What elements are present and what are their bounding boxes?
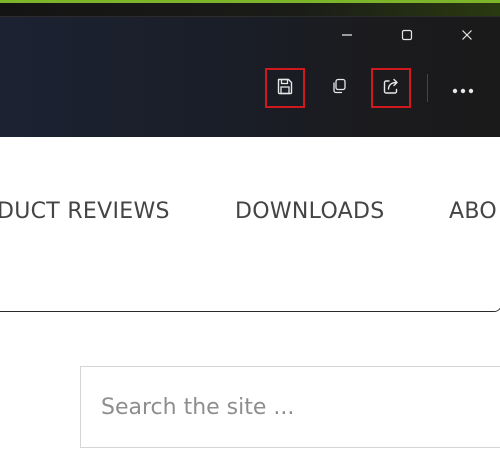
desktop-background: [0, 0, 500, 16]
save-button[interactable]: [265, 68, 305, 108]
more-options-button[interactable]: [443, 68, 483, 108]
title-bar: [0, 17, 500, 137]
search-input[interactable]: [101, 389, 481, 425]
app-window: DUCT REVIEWS DOWNLOADS ABO: [0, 16, 500, 312]
desktop-accent-edge: [0, 0, 500, 3]
screen: DUCT REVIEWS DOWNLOADS ABO: [0, 0, 500, 470]
minimize-icon: [341, 29, 353, 41]
share-button[interactable]: [371, 68, 411, 108]
nav-item-product-reviews[interactable]: DUCT REVIEWS: [0, 199, 170, 224]
nav-item-downloads[interactable]: DOWNLOADS: [235, 199, 385, 224]
nav-item-about[interactable]: ABO: [449, 199, 497, 224]
toolbar-separator: [427, 74, 428, 102]
close-icon: [461, 29, 473, 41]
web-page-header: DUCT REVIEWS DOWNLOADS ABO: [0, 137, 500, 311]
search-box: [80, 366, 500, 448]
save-icon: [275, 76, 295, 100]
share-icon: [381, 76, 401, 100]
copy-button[interactable]: [319, 68, 359, 108]
more-horizontal-icon: [452, 79, 474, 98]
copy-icon: [330, 77, 348, 99]
minimize-button[interactable]: [317, 17, 377, 53]
maximize-button[interactable]: [377, 17, 437, 53]
close-button[interactable]: [437, 17, 497, 53]
maximize-icon: [401, 29, 413, 41]
